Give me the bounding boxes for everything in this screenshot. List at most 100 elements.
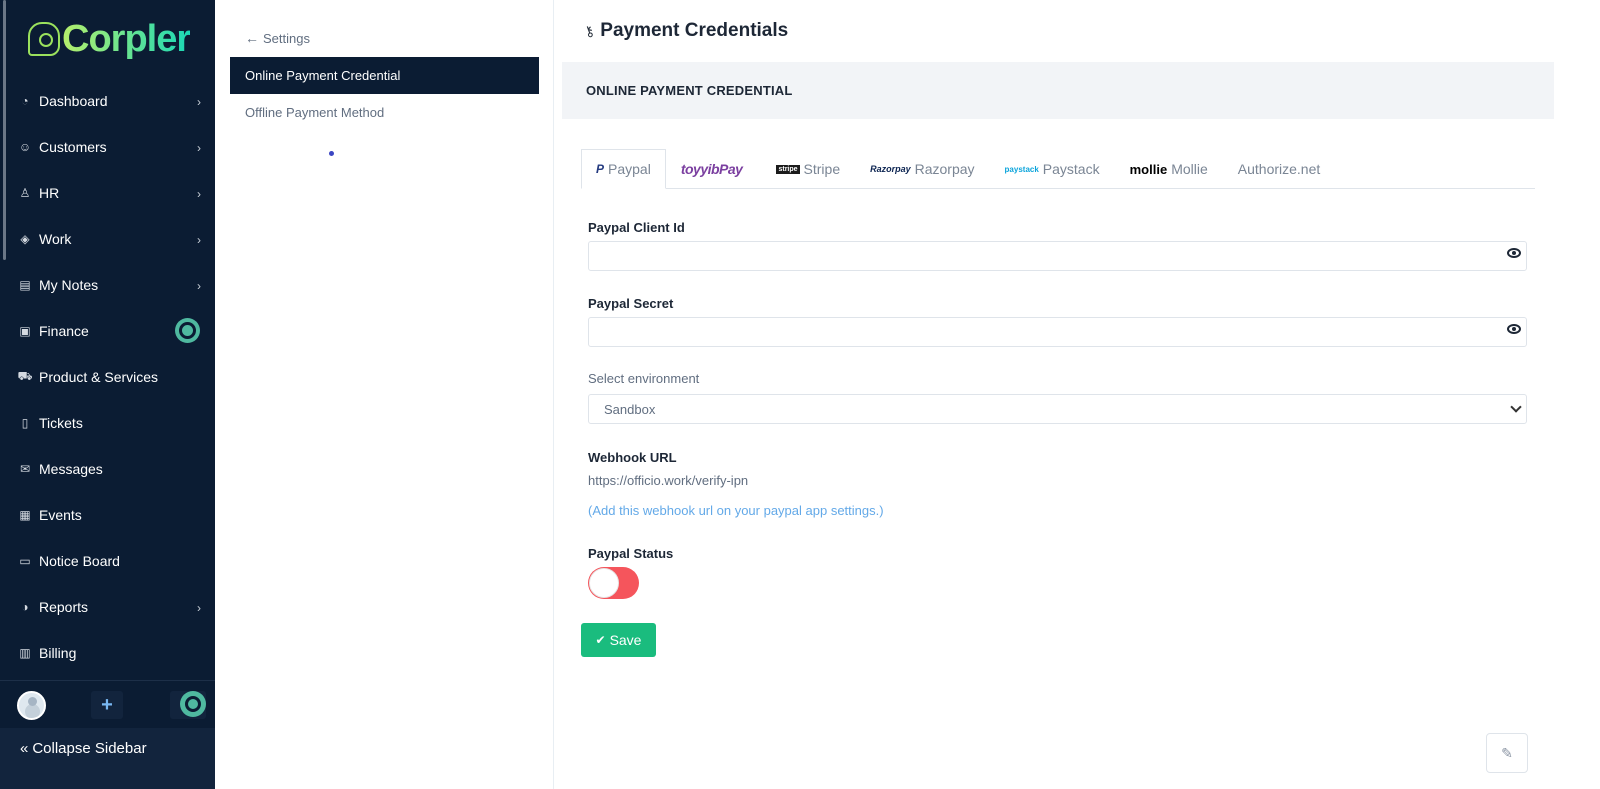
sidebar-item-product-services[interactable]: ⛟ Product & Services	[0, 354, 215, 400]
notifications-button[interactable]	[170, 691, 206, 719]
collapse-sidebar-button[interactable]: « Collapse Sidebar	[0, 728, 215, 789]
tab-authorize-net[interactable]: Authorize.net	[1223, 149, 1336, 189]
hr-icon: ♙	[19, 186, 31, 200]
sidebar-item-notice-board[interactable]: ▭ Notice Board	[0, 538, 215, 584]
chevron-down-icon	[1510, 401, 1522, 413]
floating-edit-button[interactable]: ✎	[1486, 733, 1528, 773]
tab-label: Stripe	[803, 161, 841, 177]
chevron-right-icon: ›	[197, 187, 201, 201]
tab-razorpay[interactable]: Razorpay Razorpay	[855, 149, 989, 189]
paystack-logo-icon: paystack	[1004, 164, 1039, 174]
secret-input[interactable]	[588, 317, 1527, 347]
key-icon: ⚷	[581, 21, 597, 40]
toyyibpay-logo-icon: toyyibPay	[680, 161, 743, 177]
sidebar-item-tickets[interactable]: ▯ Tickets	[0, 400, 215, 446]
webhook-hint: (Add this webhook url on your paypal app…	[588, 503, 884, 518]
sidebar-item-label: Tickets	[39, 415, 83, 431]
brand-logo[interactable]: Corpler	[0, 0, 215, 78]
chevron-right-icon: ›	[197, 233, 201, 247]
sidebar-item-label: My Notes	[39, 277, 99, 293]
finance-icon: ▣	[19, 324, 31, 338]
menu-item-offline-payment-method[interactable]: Offline Payment Method	[230, 94, 539, 131]
chevron-right-icon: ›	[197, 141, 201, 155]
brand-name: Corpler	[62, 17, 191, 60]
work-icon: ◈	[20, 232, 30, 246]
sidebar-item-label: Messages	[39, 461, 103, 477]
arrow-left-icon: ←	[245, 30, 259, 46]
envelope-icon: ✉	[19, 462, 31, 476]
calendar-icon: ▦	[19, 508, 31, 522]
eye-icon[interactable]	[1507, 248, 1521, 258]
back-link-label: Settings	[263, 30, 310, 46]
cart-icon: ⛟	[17, 369, 33, 383]
stripe-logo-icon: stripe	[776, 164, 800, 174]
tab-label: Paypal	[608, 161, 651, 177]
sidebar-item-hr[interactable]: ♙ HR ›	[0, 170, 215, 216]
sidebar-item-customers[interactable]: ☺ Customers ›	[0, 124, 215, 170]
tab-label: Paystack	[1042, 161, 1100, 177]
avatar[interactable]	[17, 691, 46, 720]
notification-badge-icon	[180, 691, 206, 717]
sidebar-item-label: Billing	[39, 645, 77, 661]
menu-item-online-payment-credential[interactable]: Online Payment Credential	[230, 57, 539, 94]
tab-mollie[interactable]: mollie Mollie	[1115, 149, 1223, 189]
sidebar-item-billing[interactable]: ▥ Billing	[0, 630, 215, 676]
sidebar-item-dashboard[interactable]: ◔ Dashboard ›	[0, 78, 215, 124]
chevron-right-icon: ›	[197, 279, 201, 293]
toggle-knob	[589, 568, 619, 598]
tab-paystack[interactable]: paystack Paystack	[990, 149, 1115, 189]
tab-label: Razorpay	[914, 161, 975, 177]
sidebar-item-label: Dashboard	[39, 93, 108, 109]
chevron-right-icon: ›	[197, 601, 201, 615]
sidebar-item-label: Notice Board	[39, 553, 120, 569]
sidebar-item-events[interactable]: ▦ Events	[0, 492, 215, 538]
sidebar-item-my-notes[interactable]: ▤ My Notes ›	[0, 262, 215, 308]
double-chevron-left-icon: «	[20, 740, 29, 757]
check-icon: ✔	[595, 633, 606, 647]
sidebar-footer: +	[0, 680, 215, 728]
tab-toyyibpay[interactable]: toyyibPay	[666, 149, 762, 189]
sidebar-item-label: Events	[39, 507, 82, 523]
collapse-sidebar-label: Collapse Sidebar	[32, 740, 147, 757]
paypal-logo-icon: P	[596, 162, 605, 176]
sidebar-item-reports[interactable]: ◑ Reports ›	[0, 584, 215, 630]
tab-stripe[interactable]: stripe Stripe	[761, 149, 855, 189]
save-button[interactable]: ✔ Save	[581, 623, 656, 657]
sidebar-nav: ◔ Dashboard › ☺ Customers › ♙ HR › ◈ Wor…	[0, 78, 215, 676]
sidebar: Corpler ◔ Dashboard › ☺ Customers › ♙ HR…	[0, 0, 215, 789]
dashboard-icon: ◔	[21, 94, 29, 108]
sidebar-item-messages[interactable]: ✉ Messages	[0, 446, 215, 492]
eye-icon[interactable]	[1507, 324, 1521, 334]
sidebar-item-work[interactable]: ◈ Work ›	[0, 216, 215, 262]
tab-label: Mollie	[1171, 161, 1208, 177]
paypal-status-toggle[interactable]	[588, 567, 639, 599]
sidebar-item-finance[interactable]: ▣ Finance	[0, 308, 215, 354]
secret-label: Paypal Secret	[588, 296, 674, 311]
status-label: Paypal Status	[588, 546, 674, 561]
sidebar-item-label: Product & Services	[39, 369, 159, 385]
tab-paypal[interactable]: P Paypal	[581, 149, 666, 189]
page-title: Payment Credentials	[600, 20, 789, 41]
sidebar-item-label: Finance	[39, 323, 89, 339]
notes-icon: ▤	[19, 278, 31, 292]
main-content: ⚷ Payment Credentials ONLINE PAYMENT CRE…	[554, 0, 1600, 789]
client-id-input[interactable]	[588, 241, 1527, 271]
back-to-settings-link[interactable]: ← Settings	[245, 30, 310, 46]
section-header: ONLINE PAYMENT CREDENTIAL	[562, 62, 1554, 119]
page-header: ⚷ Payment Credentials	[581, 20, 789, 42]
webhook-url: https://officio.work/verify-ipn	[588, 473, 749, 488]
sidebar-item-label: Reports	[39, 599, 89, 615]
sidebar-item-label: Customers	[39, 139, 107, 155]
client-id-label: Paypal Client Id	[588, 220, 685, 235]
menu-item-label: Offline Payment Method	[245, 105, 385, 120]
environment-selected-value: Sandbox	[604, 401, 656, 417]
ticket-icon: ▯	[21, 416, 29, 430]
sidebar-item-label: HR	[39, 185, 60, 201]
quick-add-button[interactable]: +	[91, 691, 123, 719]
notice-board-icon: ▭	[19, 554, 31, 568]
razorpay-logo-icon: Razorpay	[870, 164, 911, 174]
save-button-label: Save	[609, 632, 642, 648]
payment-gateway-tabs: P Paypal toyyibPay stripe Stripe Razorpa…	[581, 149, 1535, 189]
edit-icon: ✎	[1501, 744, 1513, 761]
environment-select[interactable]: Sandbox	[588, 394, 1527, 424]
